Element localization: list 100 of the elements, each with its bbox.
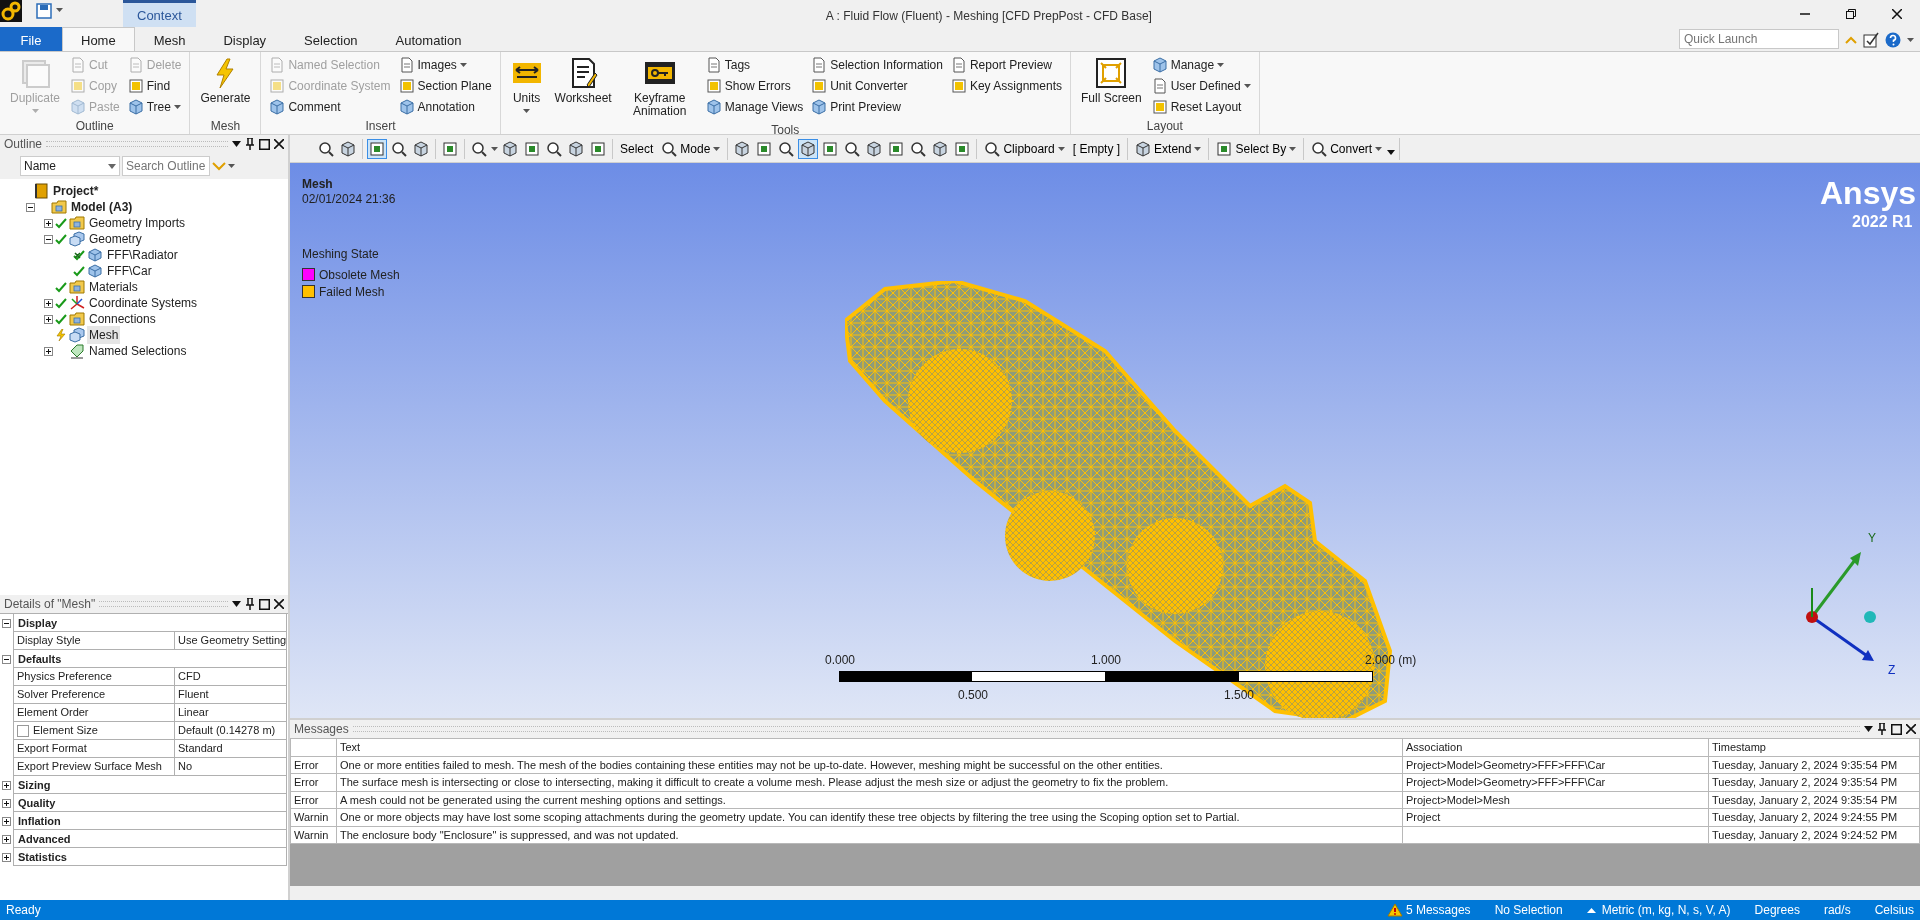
ribbon-button[interactable]: Find	[125, 75, 184, 96]
property-value[interactable]: Fluent	[175, 686, 287, 704]
toolbar-button[interactable]: Clipboard	[981, 137, 1068, 160]
tree-item[interactable]: FFF\Car	[105, 262, 154, 280]
section-header[interactable]: Statistics	[13, 848, 287, 866]
tree-item[interactable]: Connections	[87, 310, 158, 328]
ribbon-button[interactable]: Manage Views	[703, 96, 806, 117]
expand-toggle-icon[interactable]	[2, 816, 11, 826]
tree-item[interactable]: Geometry	[87, 230, 144, 248]
tree-item[interactable]: Mesh	[87, 326, 121, 344]
save-icon[interactable]	[36, 3, 52, 19]
collapse-toggle-icon[interactable]	[2, 654, 11, 664]
close-icon[interactable]	[274, 139, 284, 149]
tree-item[interactable]: Model (A3)	[69, 198, 135, 216]
tree-item[interactable]: Coordinate Systems	[87, 294, 200, 312]
ribbon-button[interactable]: Unit Converter	[809, 75, 945, 96]
property-value[interactable]: Linear	[175, 704, 287, 722]
ribbon-button[interactable]: Manage	[1149, 54, 1253, 75]
column-header[interactable]: Association	[1406, 741, 1463, 753]
ribbon-button[interactable]: Report Preview	[948, 54, 1064, 75]
ribbon-button[interactable]: Selection Information	[809, 54, 945, 75]
ribbon-button[interactable]: Generate	[196, 54, 255, 117]
toolbar-button[interactable]: Select	[617, 137, 657, 160]
property-value[interactable]: Default (0.14278 m)	[175, 722, 287, 740]
toolbar-button[interactable]: Mode	[658, 137, 724, 160]
toolbar-button[interactable]	[798, 138, 819, 159]
tree-item[interactable]: Named Selections	[87, 342, 189, 360]
ribbon-button[interactable]: Print Preview	[809, 96, 945, 117]
maximize-icon[interactable]	[259, 598, 270, 610]
temperature-unit[interactable]: Celsius	[1874, 901, 1914, 919]
ribbon-tab[interactable]: Display	[204, 27, 286, 51]
section-header[interactable]: Display	[13, 614, 287, 632]
expand-toggle-icon[interactable]	[2, 834, 11, 844]
property-value[interactable]: Use Geometry Setting	[175, 632, 287, 650]
tree-item[interactable]: Project*	[51, 182, 101, 200]
ribbon-button[interactable]: Reset Layout	[1149, 96, 1253, 117]
ribbon-tab[interactable]: Selection	[285, 27, 377, 51]
section-header[interactable]: Inflation	[13, 812, 287, 830]
help-icon[interactable]	[1885, 32, 1901, 48]
property-value[interactable]: No	[175, 758, 287, 776]
pin-icon[interactable]	[245, 138, 255, 150]
ribbon-button[interactable]: Key Assignments	[948, 75, 1064, 96]
section-header[interactable]: Defaults	[13, 650, 287, 668]
section-header[interactable]: Advanced	[13, 830, 287, 848]
overflow-caret-icon[interactable]	[1387, 150, 1396, 155]
maximize-icon[interactable]	[1891, 723, 1902, 735]
close-icon[interactable]	[1906, 724, 1916, 734]
tree-item[interactable]: Geometry Imports	[87, 214, 188, 232]
tree-item[interactable]: Materials	[87, 278, 140, 296]
expand-toggle-icon[interactable]	[44, 346, 53, 356]
messages-count[interactable]: 5 Messages	[1405, 901, 1471, 919]
dropdown-arrow-icon[interactable]	[232, 601, 241, 607]
tree-item[interactable]: FFF\Radiator	[105, 246, 180, 264]
dropdown-arrow-icon[interactable]	[232, 141, 241, 147]
ribbon-button[interactable]: Keyframe Animation	[619, 54, 700, 122]
ribbon-button[interactable]: Tags	[703, 54, 806, 75]
ribbon-tab[interactable]: Mesh	[134, 27, 205, 51]
dropdown-arrow-icon[interactable]	[1864, 726, 1873, 732]
unit-system[interactable]: Metric (m, kg, N, s, V, A)	[1601, 901, 1731, 919]
ribbon-button[interactable]: Full Screen	[1077, 54, 1146, 117]
column-header[interactable]: Text	[340, 741, 361, 753]
checkbox[interactable]	[17, 724, 29, 737]
caret-up-icon[interactable]	[1586, 907, 1596, 913]
expand-toggle-icon[interactable]	[2, 798, 11, 808]
ribbon-button[interactable]: Comment	[267, 96, 393, 117]
ribbon-button[interactable]: Worksheet	[550, 54, 616, 122]
ribbon-button[interactable]: Show Errors	[703, 75, 806, 96]
angular-velocity-unit[interactable]: rad/s	[1823, 901, 1851, 919]
property-value[interactable]: CFD	[175, 668, 287, 686]
toolbar-button[interactable]: Extend	[1132, 137, 1205, 160]
pin-icon[interactable]	[245, 598, 255, 610]
toolbar-button[interactable]: Select By	[1213, 137, 1300, 160]
property-value[interactable]: Standard	[175, 740, 287, 758]
expand-toggle-icon[interactable]	[44, 298, 53, 308]
collapse-toggle-icon[interactable]	[44, 234, 53, 244]
ribbon-button[interactable]: User Defined	[1149, 75, 1253, 96]
sort-dropdown[interactable]: Name	[20, 156, 120, 176]
pin-icon[interactable]	[1877, 723, 1887, 735]
search-field[interactable]: Search Outline	[122, 156, 210, 176]
ribbon-tab[interactable]: Home	[62, 27, 135, 51]
collapse-toggle-icon[interactable]	[26, 202, 35, 212]
section-header[interactable]: Quality	[13, 794, 287, 812]
toolbar-button[interactable]: Convert	[1308, 137, 1386, 160]
close-icon[interactable]	[274, 599, 284, 609]
expand-toggle-icon[interactable]	[2, 780, 11, 790]
expand-toggle-icon[interactable]	[44, 314, 53, 324]
maximize-icon[interactable]	[259, 138, 270, 150]
quick-launch-field[interactable]: Quick Launch	[1679, 29, 1839, 49]
expand-toggle-icon[interactable]	[2, 852, 11, 862]
ribbon-button[interactable]: Images	[396, 54, 494, 75]
expand-toggle-icon[interactable]	[44, 218, 53, 228]
section-header[interactable]: Sizing	[13, 776, 287, 794]
checkbox-pencil-icon[interactable]	[1863, 32, 1879, 48]
ribbon-tab[interactable]: Automation	[376, 27, 481, 51]
ribbon-tab[interactable]: File	[0, 27, 62, 51]
collapse-toggle-icon[interactable]	[2, 618, 11, 628]
ribbon-button[interactable]: Tree	[125, 96, 184, 117]
ribbon-button[interactable]: Section Plane	[396, 75, 494, 96]
toolbar-button[interactable]: [ Empty ]	[1069, 137, 1124, 160]
column-header[interactable]: Timestamp	[1712, 741, 1766, 753]
